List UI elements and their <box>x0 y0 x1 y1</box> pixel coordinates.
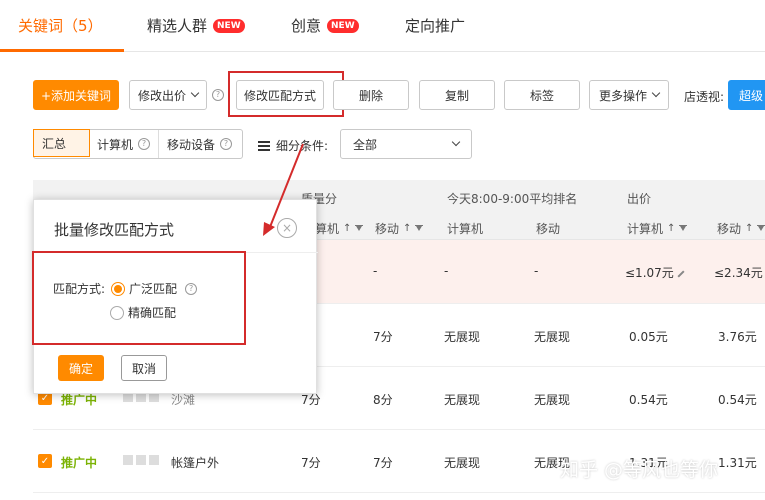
watermark: 知乎 @等风也等你 <box>560 459 719 481</box>
arrow-line <box>269 143 304 228</box>
arrow-head <box>263 222 275 236</box>
annotation-arrow <box>263 143 304 236</box>
